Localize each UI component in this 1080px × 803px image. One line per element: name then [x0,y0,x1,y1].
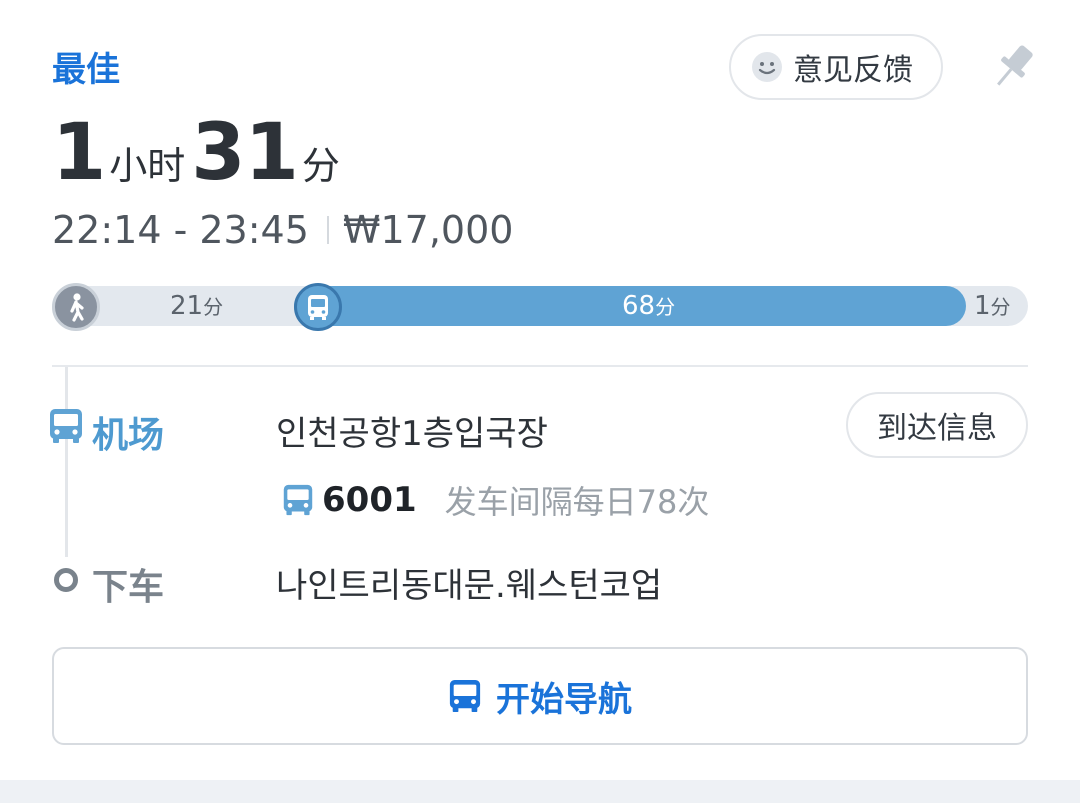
start-navigation-button[interactable]: 开始导航 [52,647,1028,745]
time-and-fare: 22:14 - 23:45 ₩17,000 [52,208,513,252]
duration-hours-unit: 小时 [109,144,186,188]
walk-duration-label: 21分 [170,286,223,326]
board-label: 机场 [92,415,165,456]
board-stop-name[interactable]: 인천공항1층입국장 [276,406,548,455]
bus-icon [449,679,481,713]
bottom-strip [0,780,1080,803]
bus-minutes-unit: 分 [655,295,676,319]
divider [326,216,329,244]
duration-minutes: 31 [191,108,299,198]
feedback-button[interactable]: 意见反馈 [729,34,943,100]
walk-icon [52,283,100,331]
duration-hours: 1 [52,108,106,198]
bus-icon [283,484,313,516]
time-range: 22:14 - 23:45 [52,208,309,252]
end-duration-label: 1分 [974,286,1011,326]
fare: ₩17,000 [342,208,514,252]
alight-dot-icon [54,568,78,592]
start-navigation-label: 开始导航 [496,679,632,720]
end-minutes-unit: 分 [990,295,1011,319]
trip-duration: 1 小时 31 分 [52,108,346,198]
bus-icon [50,409,82,443]
bus-duration-label: 68分 [622,286,675,326]
route-card: 最佳 意见反馈 1 小时 31 分 22:14 - 23:45 ₩17,000 [0,0,1080,780]
walk-minutes: 21 [170,291,204,321]
end-minutes: 1 [974,291,991,321]
bus-line-info[interactable]: 6001 发车间隔每日78次 [282,478,709,522]
arrival-info-button[interactable]: 到达信息 [846,392,1028,458]
bus-icon [294,283,342,331]
duration-minutes-unit: 分 [301,144,340,188]
bus-minutes: 68 [622,291,656,321]
walk-minutes-unit: 分 [203,295,224,319]
pin-icon[interactable] [988,40,1038,94]
feedback-label: 意见反馈 [793,53,913,88]
route-connector-line [65,367,68,557]
best-route-tag: 最佳 [52,50,120,90]
separator [52,365,1028,367]
smile-icon [752,52,782,82]
bus-interval: 发车间隔每日78次 [444,483,710,521]
alight-stop-name[interactable]: 나인트리동대문.웨스턴코업 [276,558,662,607]
alight-label: 下车 [92,567,165,608]
bus-line-number: 6001 [322,480,417,520]
